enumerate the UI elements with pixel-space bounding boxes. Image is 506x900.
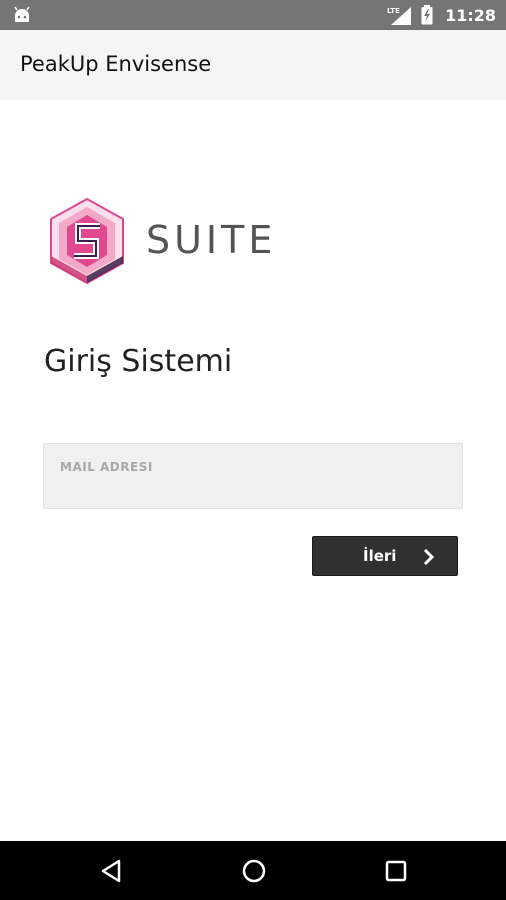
signal-icon: LTE (387, 7, 412, 25)
next-button-label: İleri (363, 547, 397, 565)
chevron-right-icon (423, 548, 435, 566)
android-icon (14, 6, 30, 22)
login-heading: Giriş Sistemi (44, 344, 233, 379)
mail-field[interactable]: MAIL ADRESI (43, 443, 463, 509)
navigation-bar (0, 841, 506, 900)
network-type: LTE (387, 7, 400, 15)
back-icon[interactable] (96, 856, 126, 886)
status-time: 11:28 (445, 5, 496, 25)
home-icon[interactable] (239, 856, 269, 886)
next-button[interactable]: İleri (312, 536, 458, 576)
login-content: SUITE Giriş Sistemi MAIL ADRESI İleri (0, 100, 506, 841)
mail-input[interactable] (59, 478, 451, 504)
mail-field-label: MAIL ADRESI (60, 460, 153, 474)
battery-icon (421, 5, 433, 25)
app-bar: PeakUp Envisense (0, 30, 506, 100)
app-title: PeakUp Envisense (20, 52, 212, 76)
recents-icon[interactable] (381, 856, 411, 886)
status-bar: LTE 11:28 (0, 0, 506, 30)
suite-logo-icon (50, 197, 124, 285)
logo-wordmark: SUITE (146, 218, 277, 262)
